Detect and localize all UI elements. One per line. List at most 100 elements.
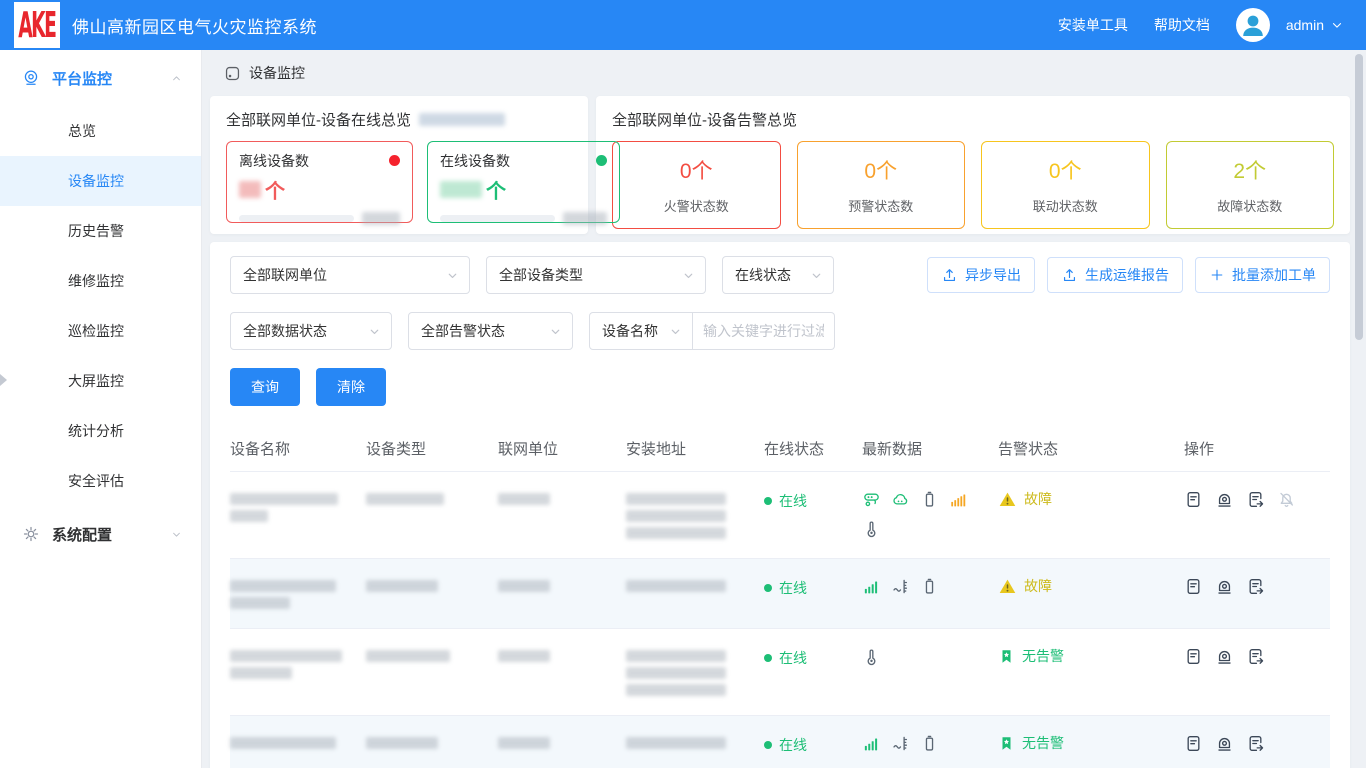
sidebar-item-安全评估[interactable]: 安全评估 — [0, 456, 201, 506]
chevron-down-icon — [810, 269, 823, 282]
header-link-install-tool[interactable]: 安装单工具 — [1058, 15, 1128, 35]
redacted-text — [230, 493, 338, 505]
gear-icon — [22, 525, 40, 543]
online-progress-bar — [440, 215, 555, 222]
query-button[interactable]: 查询 — [230, 368, 300, 406]
alarm-overview-title: 全部联网单位-设备告警总览 — [612, 109, 1334, 130]
cell-latest-data — [862, 575, 998, 596]
table-row[interactable]: 在线故障 — [230, 472, 1330, 559]
camera-icon[interactable] — [1215, 734, 1234, 753]
select-filter2-1[interactable]: 全部数据状态 — [230, 312, 392, 350]
alarm-stat-故障状态数: 2个 故障状态数 — [1166, 141, 1335, 229]
cell-device-name — [230, 488, 366, 527]
cell-online-status: 在线 — [764, 575, 862, 598]
action-button-生成运维报告[interactable]: 生成运维报告 — [1047, 257, 1183, 293]
online-overview-title: 全部联网单位-设备在线总览 — [226, 109, 572, 130]
chevron-down-icon — [368, 325, 381, 338]
doc-icon[interactable] — [1184, 734, 1203, 753]
alarm-stat-联动状态数: 0个 联动状态数 — [981, 141, 1150, 229]
camera-icon[interactable] — [1215, 490, 1234, 509]
sidebar-collapse-handle[interactable] — [0, 374, 7, 386]
table-row[interactable]: 在线 故障 — [230, 559, 1330, 629]
bookmark-icon — [998, 735, 1015, 752]
offline-dot — [389, 155, 400, 166]
clear-button[interactable]: 清除 — [316, 368, 386, 406]
user-menu[interactable]: admin — [1286, 17, 1344, 33]
camera-icon[interactable] — [1215, 577, 1234, 596]
sensor-icon — [862, 490, 881, 509]
sidebar-item-总览[interactable]: 总览 — [0, 106, 201, 156]
doc-icon[interactable] — [1184, 490, 1203, 509]
online-dot — [596, 155, 607, 166]
filter-row-1: 全部联网单位 全部设备类型 在线状态 异步导出生成运维报告批量添加工单 — [230, 256, 1330, 294]
select-filter1-1[interactable]: 全部设备类型 — [486, 256, 706, 294]
table-row[interactable]: 在线无告警 — [230, 629, 1330, 716]
redacted-unit-name — [419, 113, 505, 126]
keyword-field-select[interactable]: 设备名称 — [589, 312, 693, 350]
thermometer-icon — [862, 519, 881, 538]
filter-actions: 异步导出生成运维报告批量添加工单 — [927, 257, 1330, 293]
sidebar-item-巡检监控[interactable]: 巡检监控 — [0, 306, 201, 356]
sidebar-item-统计分析[interactable]: 统计分析 — [0, 406, 201, 456]
offline-stat-label: 离线设备数 — [239, 151, 400, 171]
table-col-设备名称: 设备名称 — [230, 428, 366, 471]
page-scrollbar[interactable] — [1355, 52, 1363, 764]
table-col-操作: 操作 — [1184, 428, 1330, 471]
camera-icon[interactable] — [1215, 647, 1234, 666]
online-status-dot — [764, 654, 772, 662]
doc-arrow-icon[interactable] — [1246, 647, 1265, 666]
thermometer-icon — [862, 647, 881, 666]
alarm-stat-label: 联动状态数 — [1033, 196, 1098, 215]
signal-green-icon — [862, 734, 881, 753]
cell-alarm-status: 故障 — [998, 575, 1184, 596]
doc-arrow-icon[interactable] — [1246, 734, 1265, 753]
scrollbar-thumb[interactable] — [1355, 54, 1363, 340]
bell-off-icon[interactable] — [1277, 490, 1296, 509]
cell-operations — [1184, 488, 1330, 509]
warning-icon — [998, 490, 1017, 509]
sidebar-group-platform-monitor[interactable]: 平台监控 — [0, 50, 201, 106]
device-online-overview-card: 全部联网单位-设备在线总览 离线设备数 个 — [210, 96, 588, 234]
cloud-icon — [891, 490, 910, 509]
select-filter1-0[interactable]: 全部联网单位 — [230, 256, 470, 294]
select-filter1-2[interactable]: 在线状态 — [722, 256, 834, 294]
redacted-text — [366, 650, 450, 662]
doc-arrow-icon[interactable] — [1246, 577, 1265, 596]
doc-icon[interactable] — [1184, 577, 1203, 596]
bookmark-icon — [998, 648, 1015, 665]
redacted-text — [626, 667, 726, 679]
action-button-异步导出[interactable]: 异步导出 — [927, 257, 1035, 293]
action-button-批量添加工单[interactable]: 批量添加工单 — [1195, 257, 1330, 293]
redacted-text — [366, 580, 438, 592]
offline-progress-bar — [239, 215, 354, 222]
cell-online-status: 在线 — [764, 488, 862, 511]
sidebar-item-大屏监控[interactable]: 大屏监控 — [0, 356, 201, 406]
avatar[interactable] — [1236, 8, 1270, 42]
plus-icon — [1209, 267, 1225, 283]
gauge-icon — [891, 577, 910, 596]
sidebar-item-历史告警[interactable]: 历史告警 — [0, 206, 201, 256]
user-name: admin — [1286, 17, 1324, 33]
doc-icon[interactable] — [1184, 647, 1203, 666]
keyword-input[interactable] — [693, 312, 835, 350]
redacted-text — [366, 737, 438, 749]
cell-device-name — [230, 732, 366, 754]
tab-label[interactable]: 设备监控 — [249, 63, 305, 83]
sidebar-group-system-config[interactable]: 系统配置 — [0, 506, 201, 562]
alarm-stat-预警状态数: 0个 预警状态数 — [797, 141, 966, 229]
redacted-text — [230, 597, 290, 609]
doc-arrow-icon[interactable] — [1246, 490, 1265, 509]
sidebar-item-维修监控[interactable]: 维修监控 — [0, 256, 201, 306]
redacted-text — [626, 527, 726, 539]
cell-network-unit — [498, 645, 626, 667]
alarm-stat-value: 0个 — [680, 155, 713, 185]
offline-unit: 个 — [265, 175, 285, 204]
redacted-text — [626, 510, 726, 522]
header-link-help-docs[interactable]: 帮助文档 — [1154, 15, 1210, 35]
main-content: 设备监控 全部联网单位-设备在线总览 离线设备数 个 — [202, 50, 1366, 768]
sidebar-item-设备监控[interactable]: 设备监控 — [0, 156, 201, 206]
select-filter2-0[interactable]: 全部告警状态 — [408, 312, 573, 350]
cell-operations — [1184, 732, 1330, 753]
filter-row-2: 全部数据状态 全部告警状态 设备名称 — [230, 312, 1330, 350]
table-row[interactable]: 在线无告警 — [230, 716, 1330, 768]
